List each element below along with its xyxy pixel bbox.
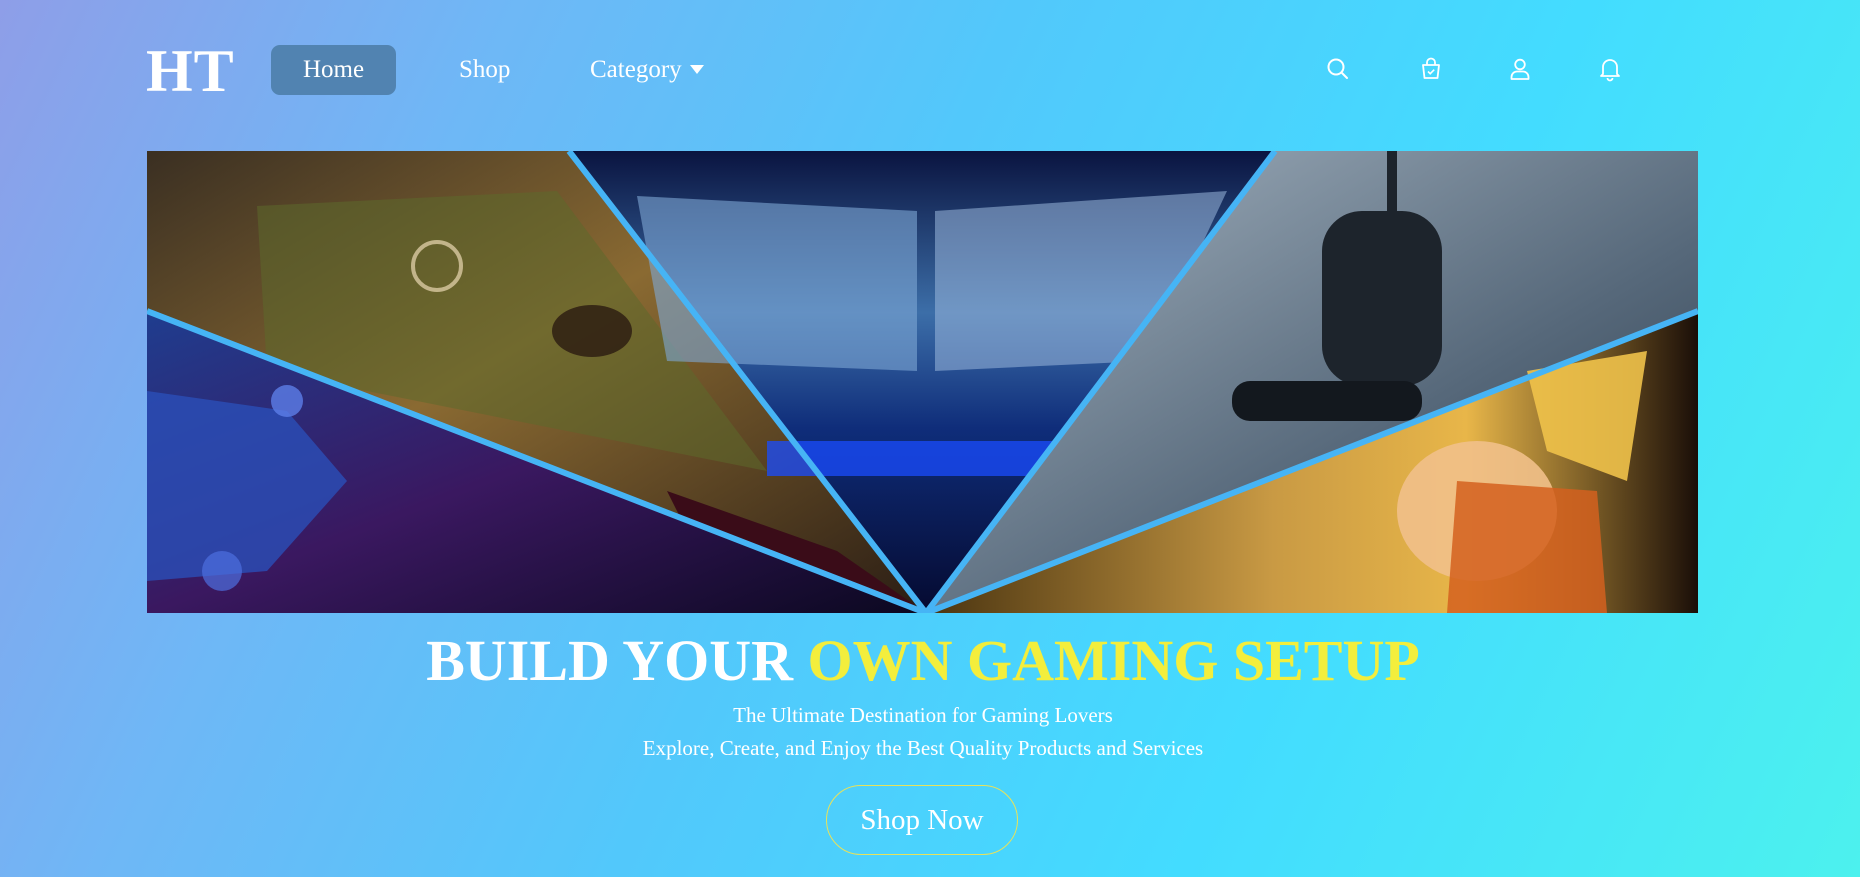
headline-part1: BUILD YOUR xyxy=(426,628,808,693)
nav-category[interactable]: Category xyxy=(590,45,704,95)
caret-down-icon xyxy=(689,64,704,74)
headline-part2: OWN GAMING SETUP xyxy=(807,628,1420,693)
nav-home[interactable]: Home xyxy=(271,45,396,95)
hero-banner xyxy=(147,151,1698,613)
shop-now-button[interactable]: Shop Now xyxy=(826,785,1018,855)
user-icon[interactable] xyxy=(1507,56,1533,82)
nav-category-label: Category xyxy=(590,56,682,83)
shopping-bag-icon[interactable] xyxy=(1418,56,1444,82)
tagline-line1: The Ultimate Destination for Gaming Love… xyxy=(733,703,1113,727)
nav-shop[interactable]: Shop xyxy=(459,45,510,95)
search-icon[interactable] xyxy=(1325,56,1351,82)
tagline-line2: Explore, Create, and Enjoy the Best Qual… xyxy=(642,736,1204,760)
bell-icon[interactable] xyxy=(1597,56,1623,82)
brand-logo[interactable]: HT xyxy=(146,36,235,106)
hero-headline: BUILD YOUR OWN GAMING SETUP xyxy=(0,626,1846,696)
